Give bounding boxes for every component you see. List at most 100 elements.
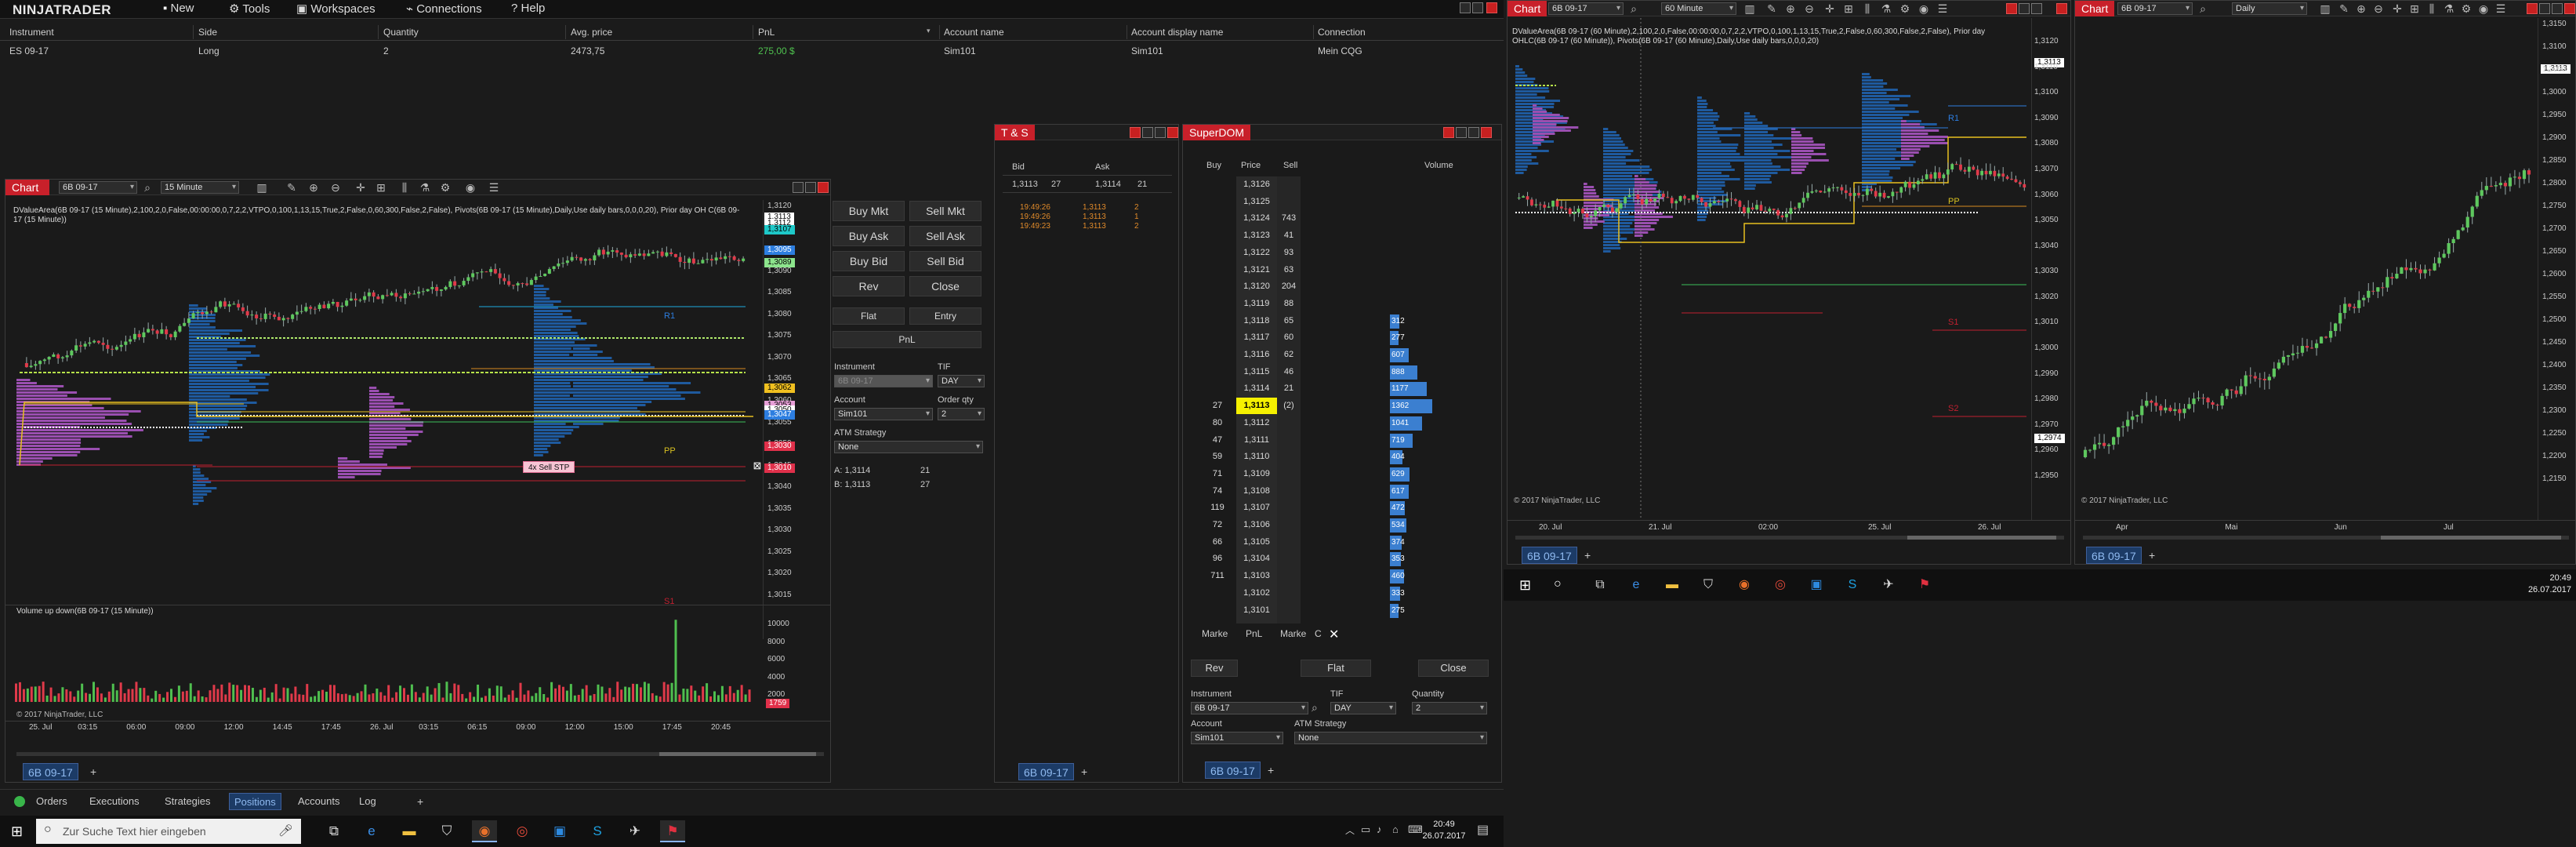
dom-buy-cell[interactable]: 96 (1202, 554, 1233, 563)
ct-account-select[interactable]: Sim101 (834, 408, 933, 420)
bar-type-icon[interactable]: ▥ (255, 181, 269, 194)
buy-ask-button[interactable]: Buy Ask (833, 226, 905, 246)
tab-positions[interactable]: Positions (229, 793, 281, 810)
chart2-add-tab-button[interactable]: + (1580, 547, 1595, 564)
chart3-bartype-icon[interactable]: ▥ (2318, 2, 2332, 15)
chart2-instrument-select[interactable]: 6B 09-17 (1548, 2, 1624, 15)
dom-close-x-icon[interactable]: ✕ (1329, 627, 1339, 642)
right-firefox-icon[interactable]: ◉ (1732, 574, 1756, 596)
templates-icon[interactable]: ⚙ (438, 181, 452, 194)
chart3-grid-icon[interactable]: ⊞ (2407, 2, 2422, 15)
chart3-tab[interactable]: 6B 09-17 (2086, 547, 2142, 564)
firefox-icon[interactable]: ◉ (472, 820, 497, 842)
right-ninjatrader-icon[interactable]: ⚑ (1913, 574, 1936, 596)
skype-icon[interactable]: S (585, 820, 610, 842)
dom-buy-cell[interactable]: 711 (1202, 571, 1233, 580)
tray-chevron-icon[interactable]: ︿ (1345, 823, 1355, 837)
table-row[interactable]: 72 1,3106 (1199, 517, 1344, 534)
dom-sell-cell[interactable]: 65 (1277, 316, 1301, 325)
properties-icon[interactable]: ☰ (487, 181, 501, 194)
menu-tools[interactable]: ⚙ Tools (229, 2, 270, 17)
ts-restore-icon[interactable] (1142, 127, 1153, 138)
chart2-snapshot-icon[interactable]: ◉ (1917, 2, 1931, 15)
chart1-scrollbar[interactable] (16, 752, 824, 756)
chart2-zoom-in-icon[interactable]: ⊕ (1783, 2, 1798, 15)
table-row[interactable]: 1,3115 46 (1199, 364, 1344, 381)
chart2-close-icon[interactable] (2056, 3, 2067, 14)
dom-sell-cell[interactable]: 60 (1277, 333, 1301, 342)
dom-sell-cell[interactable]: 93 (1277, 248, 1301, 257)
dom-flat-button[interactable]: Flat (1301, 660, 1371, 677)
dom-buy-cell[interactable]: 59 (1202, 452, 1233, 461)
chart1-instrument-select[interactable]: 6B 09-17 (59, 181, 137, 194)
col-side[interactable]: Side (198, 27, 217, 38)
chart1-restore-icon[interactable] (793, 182, 804, 193)
chart3-properties-icon[interactable]: ☰ (2494, 2, 2508, 15)
dom-pin-icon[interactable] (1443, 127, 1454, 138)
chart2-pen-icon[interactable]: ✎ (1765, 2, 1779, 15)
chart2-grid-icon[interactable]: ⊞ (1841, 2, 1856, 15)
dom-qty-stepper[interactable]: 2 (1412, 702, 1487, 714)
tab-log[interactable]: Log (354, 793, 381, 810)
chart2-scrollbar[interactable] (1515, 536, 2064, 540)
indicators-icon[interactable]: ⫼ (397, 181, 412, 194)
menu-help[interactable]: ? Help (511, 2, 545, 17)
cc-close-icon[interactable] (1486, 2, 1497, 13)
tab-strategies[interactable]: Strategies (160, 793, 216, 810)
sell-ask-button[interactable]: Sell Ask (909, 226, 981, 246)
chart3-crosshair-icon[interactable]: ✛ (2390, 2, 2404, 15)
taskbar-search-box[interactable]: ○ Zur Suche Text hier eingeben 🎤︎ (36, 819, 301, 844)
cc-minimize-icon[interactable] (1472, 2, 1483, 13)
table-row[interactable]: 80 1,3112 (1199, 415, 1344, 432)
right-task-view-icon[interactable]: ⧉ (1588, 574, 1612, 596)
menu-connections[interactable]: ⌁ Connections (406, 2, 482, 17)
chrome-icon[interactable]: ◎ (510, 820, 535, 842)
right-chrome-icon[interactable]: ◎ (1769, 574, 1792, 596)
chart2-interval-select[interactable]: 60 Minute (1661, 2, 1736, 15)
mic-icon[interactable]: 🎤︎ (278, 823, 293, 838)
order-marker[interactable]: 4x Sell STP (523, 461, 575, 473)
table-row[interactable]: 119 1,3107 (1199, 500, 1344, 517)
dom-restore-icon[interactable] (1456, 127, 1467, 138)
dom-sell-cell[interactable]: 63 (1277, 265, 1301, 274)
col-quantity[interactable]: Quantity (383, 27, 419, 38)
flat-button[interactable]: Flat (833, 307, 905, 325)
right-explorer-icon[interactable]: ▬ (1660, 574, 1684, 596)
pnl-button[interactable]: PnL (833, 331, 981, 348)
dom-tif-select[interactable]: DAY (1330, 702, 1396, 714)
chart2-crosshair-icon[interactable]: ✛ (1823, 2, 1837, 15)
dom-buy-cell[interactable]: 47 (1202, 435, 1233, 445)
table-row[interactable]: 711 1,3103 (1199, 568, 1344, 585)
dom-atm-select[interactable]: None (1294, 732, 1487, 744)
table-row[interactable]: 66 1,3105 (1199, 534, 1344, 551)
dom-sell-cell[interactable]: 743 (1277, 213, 1301, 223)
table-row[interactable]: 1,3116 62 (1199, 347, 1344, 364)
menu-workspaces[interactable]: ▣ Workspaces (296, 2, 376, 17)
chart2-search-icon[interactable]: ⌕ (1627, 2, 1641, 15)
col-account-display[interactable]: Account display name (1131, 27, 1223, 38)
ninja-icon[interactable]: ✈ (622, 820, 648, 842)
chart1-interval-select[interactable]: 15 Minute (161, 181, 239, 194)
chart3-templates-icon[interactable]: ⚙ (2459, 2, 2473, 15)
edge-icon[interactable]: e (359, 820, 384, 842)
chart3-close-icon[interactable] (2564, 3, 2575, 14)
right-skype-icon[interactable]: S (1841, 574, 1864, 596)
dom-instrument-select[interactable]: 6B 09-17 (1191, 702, 1308, 714)
table-row[interactable]: 27 1,3113 (2) (1199, 398, 1344, 415)
dom-sell-cell[interactable]: 46 (1277, 367, 1301, 376)
tray-network-icon[interactable]: ▭ (1361, 823, 1370, 836)
chart2-properties-icon[interactable]: ☰ (1936, 2, 1950, 15)
tray-battery-icon[interactable]: ⌂ (1392, 823, 1399, 835)
dom-sell-cell[interactable]: 62 (1277, 350, 1301, 359)
table-row[interactable]: 1,3122 93 (1199, 245, 1344, 262)
table-row[interactable]: 1,3102 (1199, 585, 1344, 602)
dom-maximize-icon[interactable] (1468, 127, 1479, 138)
app-icon[interactable]: ▣ (547, 820, 572, 842)
chart1-price-panel[interactable] (9, 198, 766, 638)
right-edge-icon[interactable]: e (1624, 574, 1648, 596)
ct-tif-select[interactable]: DAY (938, 375, 985, 387)
cc-window-menu-icon[interactable] (1460, 2, 1471, 13)
chart3-strategies-icon[interactable]: ⚗ (2442, 2, 2456, 15)
ts-maximize-icon[interactable] (1155, 127, 1166, 138)
buy-mkt-button[interactable]: Buy Mkt (833, 201, 905, 221)
